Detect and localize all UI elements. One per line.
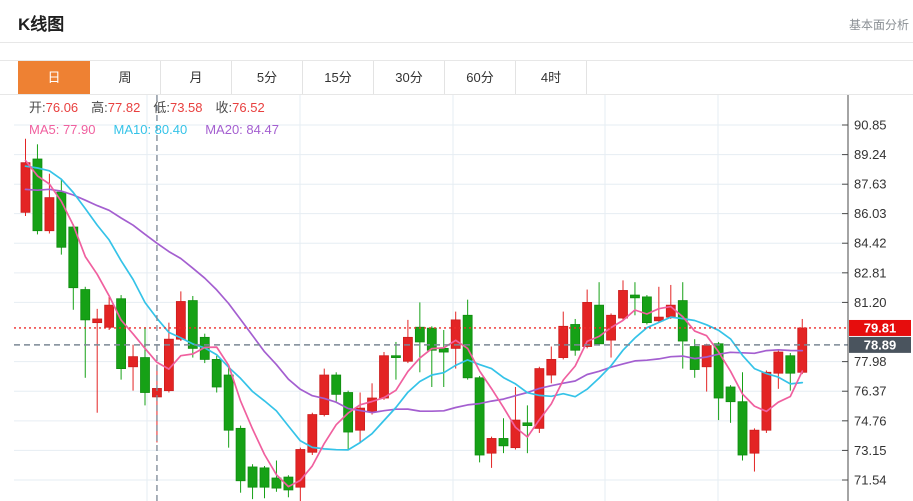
candle-body (69, 227, 78, 288)
candle-body (415, 327, 424, 342)
candlestick-chart[interactable]: 90.85 89.24 87.63 86.03 84.42 82.81 81.20 77.98… (0, 95, 913, 501)
candle-body (786, 356, 795, 373)
candle-body (642, 297, 651, 323)
candle-body (427, 328, 436, 350)
tab-4时[interactable]: 4时 (516, 61, 587, 94)
candle-body (774, 352, 783, 373)
candle-body (559, 326, 568, 357)
y-tick-label: 86.03 (854, 206, 887, 221)
y-tick-label: 89.24 (854, 147, 887, 162)
candle-body (21, 163, 30, 213)
candle-body (272, 478, 281, 488)
candle-body (630, 295, 639, 298)
tab-30分[interactable]: 30分 (374, 61, 445, 94)
candle-body (726, 387, 735, 402)
candle-body (224, 375, 233, 430)
candle-body (380, 356, 389, 398)
period-tab-strip: 日周月5分15分30分60分4时 (0, 60, 913, 95)
y-tick-label: 81.20 (854, 295, 887, 310)
candle-body (332, 375, 341, 394)
candle-body (236, 428, 245, 480)
candle-body (105, 305, 114, 327)
candle-body (117, 299, 126, 369)
candle-body (475, 378, 484, 455)
y-tick-label: 73.15 (854, 443, 887, 458)
candle-body (523, 423, 532, 426)
candle-body (547, 359, 556, 375)
candle-body (129, 357, 138, 367)
candle-body (738, 402, 747, 455)
candle-body (260, 468, 269, 487)
y-tick-label: 77.98 (854, 354, 887, 369)
chart-canvas[interactable]: 90.85 89.24 87.63 86.03 84.42 82.81 81.20 77.98… (0, 95, 913, 501)
candle-body (188, 301, 197, 349)
candle-body (93, 319, 102, 323)
candle-body (212, 359, 221, 387)
candle-body (176, 301, 185, 339)
price-badge-label: 78.89 (864, 337, 897, 352)
candle-body (248, 467, 257, 487)
candle-body (762, 372, 771, 430)
candle-body (451, 320, 460, 348)
candle-body (141, 358, 150, 393)
tab-周[interactable]: 周 (90, 61, 161, 94)
candle-body (511, 420, 520, 448)
y-tick-label: 82.81 (854, 265, 887, 280)
y-tick-label: 74.76 (854, 413, 887, 428)
candle-body (403, 337, 412, 361)
period-tabs: 日周月5分15分30分60分4时 (0, 61, 913, 94)
candle-body (45, 198, 54, 231)
y-tick-label: 71.54 (854, 473, 887, 488)
page-title: K线图 (18, 10, 64, 35)
candle-body (750, 430, 759, 453)
y-tick-label: 90.85 (854, 118, 887, 133)
header-divider (0, 42, 913, 43)
tab-60分[interactable]: 60分 (445, 61, 516, 94)
tab-15分[interactable]: 15分 (303, 61, 374, 94)
candle-body (487, 438, 496, 453)
candle-body (391, 356, 400, 358)
candle-body (619, 290, 628, 318)
candle-body (499, 438, 508, 445)
tab-月[interactable]: 月 (161, 61, 232, 94)
y-tick-label: 87.63 (854, 177, 887, 192)
tab-5分[interactable]: 5分 (232, 61, 303, 94)
y-tick-label: 76.37 (854, 384, 887, 399)
candle-body (439, 348, 448, 352)
fundamental-analysis-link[interactable]: 基本面分析 (849, 16, 909, 33)
y-tick-label: 84.42 (854, 236, 887, 251)
tab-日[interactable]: 日 (18, 61, 90, 94)
price-badge-label: 79.81 (864, 320, 897, 335)
candle-body (320, 375, 329, 415)
candle-body (33, 159, 42, 231)
candle-body (81, 290, 90, 320)
